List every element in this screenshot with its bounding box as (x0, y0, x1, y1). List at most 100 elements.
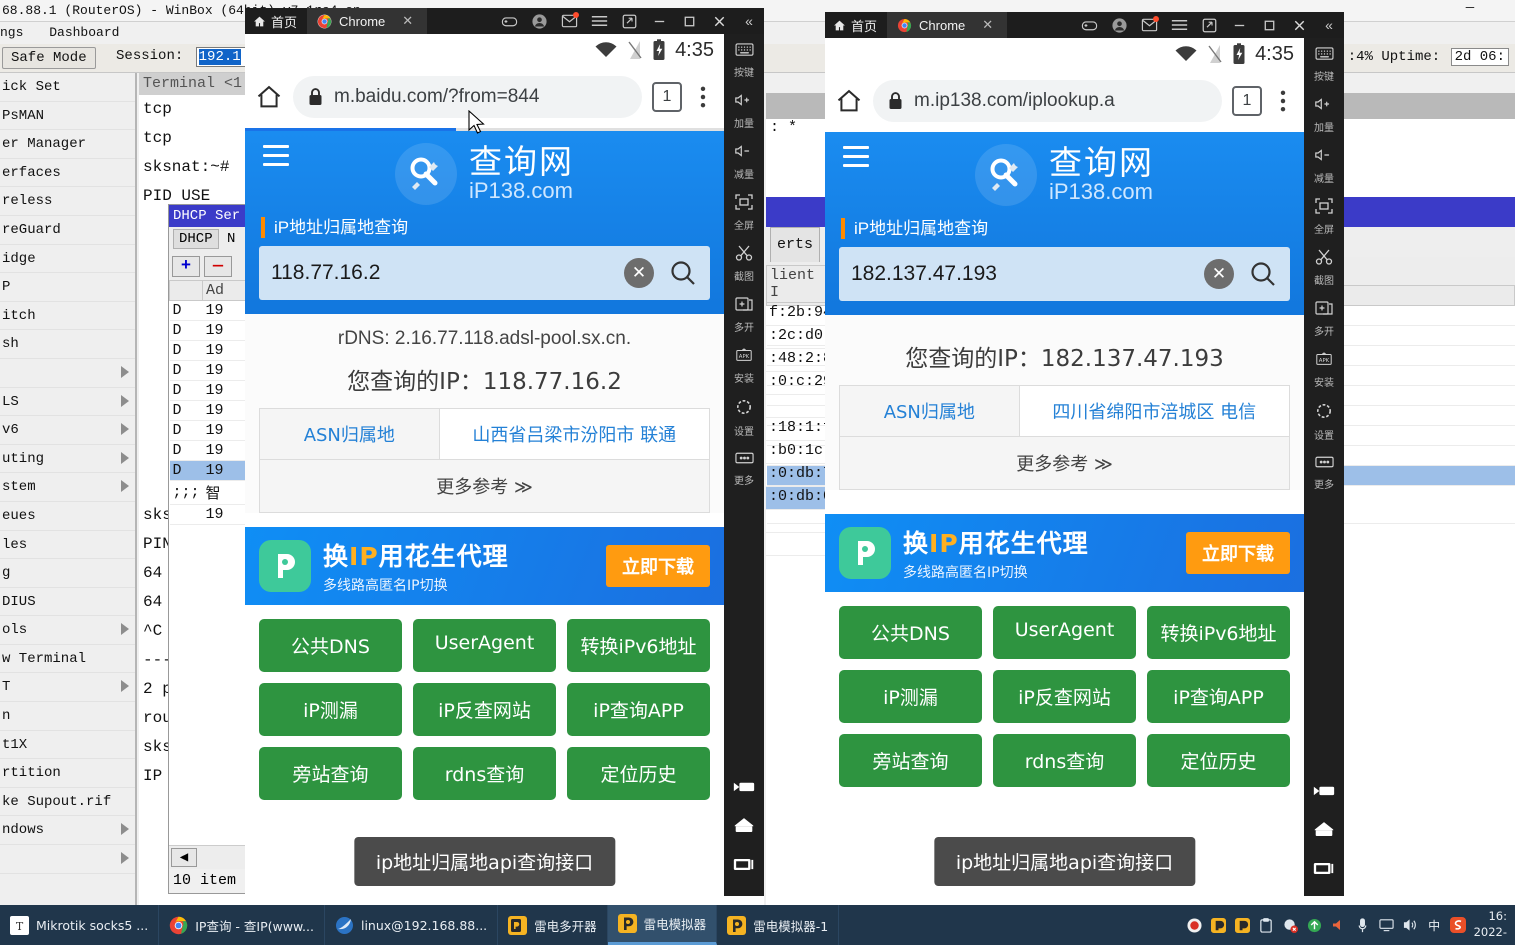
network-error-icon[interactable] (1282, 917, 1299, 934)
tool-button-6[interactable]: 旁站查询 (259, 747, 402, 801)
clear-input-icon-left[interactable]: ✕ (624, 258, 654, 289)
back-icon[interactable] (1312, 782, 1336, 799)
table-row[interactable]: D 19 (169, 420, 257, 441)
search-icon-left[interactable] (668, 258, 698, 288)
chrome-overflow-menu-icon[interactable] (1272, 87, 1294, 115)
tool-button-7[interactable]: rdns查询 (993, 734, 1136, 788)
sidebar-item-按键[interactable]: 按键 (724, 34, 764, 84)
collapse-icon[interactable]: « (734, 8, 764, 34)
back-icon[interactable] (732, 778, 756, 795)
more-ref-right[interactable]: 更多参考 ≫ (840, 437, 1289, 490)
add-button[interactable]: + (172, 255, 200, 277)
nav-item-0[interactable]: ick Set (0, 73, 135, 102)
ldplayer-tray-icon[interactable] (1210, 917, 1227, 934)
recents-icon[interactable] (1312, 860, 1336, 877)
speaker-mute-icon[interactable] (1330, 917, 1347, 934)
taskbar-item-5[interactable]: 雷电模拟器-1 (717, 905, 840, 945)
nav-item-24[interactable]: rtition (0, 759, 135, 788)
screenshot-icon[interactable] (1194, 12, 1224, 38)
windows-taskbar[interactable]: T Mikrotik socks5 ... IP查询 - 查IP(www... lin… (0, 905, 1515, 945)
nav-item-26[interactable]: ndows (0, 816, 135, 846)
menu-item-settings[interactable]: ngs (0, 25, 23, 40)
home-icon[interactable] (835, 87, 863, 115)
account-icon[interactable] (1104, 12, 1134, 38)
tool-button-3[interactable]: iP测漏 (839, 670, 982, 724)
sidebar-item-减量[interactable]: 减量 (1304, 139, 1344, 190)
nav-item-27[interactable] (0, 845, 135, 874)
ldplayer-window-left[interactable]: 首页 Chrome ✕ « 4:35 m.baidu.com/?from=844… (245, 8, 764, 896)
display-icon[interactable] (1378, 917, 1395, 934)
taskbar-item-2[interactable]: linux@192.168.88... (325, 905, 499, 945)
tab-networks[interactable]: N (227, 231, 235, 247)
nav-item-10[interactable] (0, 359, 135, 388)
tool-button-2[interactable]: 转换iPv6地址 (1147, 606, 1290, 660)
nav-item-20[interactable]: w Terminal (0, 645, 135, 674)
menu-icon[interactable] (1164, 12, 1194, 38)
dhcp-tabs[interactable]: DHCP N (169, 227, 257, 252)
table-row[interactable]: 19 (169, 504, 257, 525)
ip-search-input-right[interactable]: 182.137.47.193 (851, 262, 1204, 286)
ldplayer-window-right[interactable]: 首页 Chrome ✕ « 4:35 m.ip138.com/iplookup.… (825, 12, 1344, 896)
emu-right-tab-close-icon[interactable]: ✕ (982, 17, 993, 33)
emu-left-sidebar[interactable]: 按键 加量 减量 全屏 截图 多开 APK 安装 设置 更多 (724, 34, 764, 896)
asn-value-left[interactable]: 山西省吕梁市汾阳市 联通 (440, 409, 709, 459)
nav-item-5[interactable]: reGuard (0, 216, 135, 245)
remove-button[interactable]: — (204, 255, 232, 277)
menu-icon[interactable] (584, 8, 614, 34)
nav-item-2[interactable]: er Manager (0, 130, 135, 159)
emu-right-chrome-tab[interactable]: Chrome ✕ (887, 12, 1008, 38)
taskbar-item-0[interactable]: T Mikrotik socks5 ... (0, 905, 160, 945)
emu-right-screen[interactable]: 4:35 m.ip138.com/iplookup.a 1 查询网 iP138.… (825, 38, 1304, 896)
winbox-minimize-button[interactable]: — (1459, 0, 1481, 20)
tool-button-0[interactable]: 公共DNS (259, 619, 402, 673)
winbox-nav-panel[interactable]: ick Set PsMAN er Manager erfaces reless reGua… (0, 73, 137, 905)
tool-button-8[interactable]: 定位历史 (567, 747, 710, 801)
safe-mode-button[interactable]: Safe Mode (2, 47, 96, 69)
dhcp-pager[interactable]: ◀ (169, 845, 257, 869)
nav-item-11[interactable]: LS (0, 388, 135, 417)
menu-item-dashboard[interactable]: Dashboard (49, 25, 119, 40)
sidebar-item-多开[interactable]: 多开 (724, 288, 764, 339)
tab-leases[interactable]: erts (770, 227, 821, 262)
more-ref-left[interactable]: 更多参考 ≫ (260, 460, 709, 513)
ad-download-button-right[interactable]: 立即下载 (1186, 532, 1290, 575)
emu-right-title-tools[interactable]: « (1074, 12, 1344, 38)
ime-cn-icon[interactable]: 中 (1426, 917, 1443, 934)
nav-item-4[interactable]: reless (0, 187, 135, 216)
table-row[interactable]: D 19 (169, 440, 257, 461)
nav-item-8[interactable]: itch (0, 302, 135, 331)
nav-item-22[interactable]: n (0, 702, 135, 731)
ip-search-bar-right[interactable]: 182.137.47.193 ✕ (839, 247, 1290, 302)
sidebar-item-全屏[interactable]: 全屏 (724, 186, 764, 237)
emu-left-home-tab[interactable]: 首页 (245, 8, 307, 34)
volume-icon[interactable] (1402, 917, 1419, 934)
prev-page-button[interactable]: ◀ (171, 848, 197, 867)
tool-button-grid-left[interactable]: 公共DNS UserAgent 转换iPv6地址 iP测漏 iP反查网站 iP查询APP 旁… (245, 605, 724, 815)
emu-right-home-tab[interactable]: 首页 (825, 12, 887, 38)
table-row[interactable]: D 19 (169, 380, 257, 401)
sidebar-item-更多[interactable]: 更多 (724, 443, 764, 492)
chrome-overflow-menu-icon[interactable] (692, 83, 714, 111)
sidebar-item-按键[interactable]: 按键 (1304, 38, 1344, 88)
nav-item-16[interactable]: les (0, 531, 135, 560)
tab-count-button-right[interactable]: 1 (1232, 86, 1262, 116)
ad-download-button-left[interactable]: 立即下载 (606, 545, 710, 588)
ad-banner-right[interactable]: 换IP用花生代理 多线路高匿名IP切换 立即下载 (825, 514, 1304, 593)
emu-right-navbar[interactable] (1304, 782, 1344, 877)
tool-button-4[interactable]: iP反查网站 (413, 683, 556, 737)
site-menu-icon-right[interactable] (843, 146, 869, 173)
table-row[interactable]: D 19 (169, 300, 257, 321)
nav-item-19[interactable]: ols (0, 616, 135, 645)
sidebar-item-更多[interactable]: 更多 (1304, 447, 1344, 496)
tool-button-6[interactable]: 旁站查询 (839, 734, 982, 788)
emu-left-titlebar[interactable]: 首页 Chrome ✕ « (245, 8, 764, 34)
clipboard-icon[interactable] (1258, 917, 1275, 934)
dhcp-toolbar[interactable]: + — (169, 252, 257, 280)
sidebar-item-加量[interactable]: 加量 (1304, 88, 1344, 139)
sogou-icon[interactable] (1450, 917, 1467, 934)
table-row[interactable]: D 19 (169, 400, 257, 421)
tool-button-5[interactable]: iP查询APP (1147, 670, 1290, 724)
table-row[interactable]: D 19 (169, 340, 257, 361)
nav-item-18[interactable]: DIUS (0, 588, 135, 617)
mail-icon[interactable] (1134, 12, 1164, 38)
